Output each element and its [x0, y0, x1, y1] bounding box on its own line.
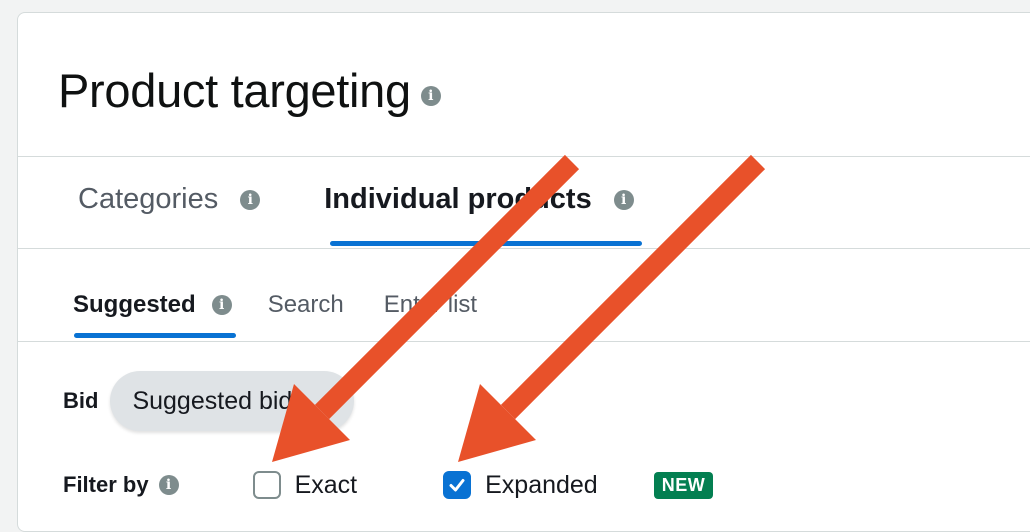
expanded-label: Expanded: [485, 470, 598, 499]
active-tab-indicator: [330, 241, 642, 246]
product-sub-tabs: Suggested i Search Enter list: [73, 291, 477, 319]
tab-label: Categories: [78, 183, 219, 215]
info-icon[interactable]: i: [240, 189, 261, 210]
exact-option[interactable]: Exact: [252, 470, 358, 500]
expanded-checkbox[interactable]: [443, 471, 472, 499]
tab-label: Suggested: [73, 291, 196, 318]
exact-checkbox[interactable]: [252, 471, 281, 499]
filter-row: Filter by i Exact Expanded NEW: [63, 465, 714, 505]
tab-label: Individual products: [324, 183, 592, 215]
filter-label: Filter by: [63, 472, 149, 497]
divider: [18, 248, 1030, 249]
tab-label: Enter list: [383, 291, 478, 318]
suggested-bid-button[interactable]: Suggested bid: [110, 371, 355, 431]
info-icon[interactable]: i: [158, 475, 179, 495]
page-title: Product targeting: [58, 64, 411, 117]
bid-row: Bid Suggested bid: [63, 371, 355, 431]
divider: [18, 341, 1030, 342]
product-targeting-card: Product targeting i Categories i Individ…: [17, 12, 1030, 532]
info-icon[interactable]: i: [613, 189, 634, 210]
bid-label: Bid: [63, 388, 99, 413]
info-icon[interactable]: i: [420, 85, 441, 106]
tab-categories[interactable]: Categories i: [78, 183, 261, 216]
checkmark-icon: [449, 479, 465, 492]
tab-suggested[interactable]: Suggested i: [73, 291, 232, 319]
info-icon[interactable]: i: [211, 295, 232, 315]
targeting-tabs: Categories i Individual products i: [78, 183, 634, 216]
tab-enter-list[interactable]: Enter list: [384, 291, 477, 319]
new-badge: NEW: [653, 471, 714, 499]
title-row: Product targeting i: [58, 63, 441, 118]
expanded-option[interactable]: Expanded: [443, 471, 598, 500]
active-subtab-indicator: [74, 333, 236, 338]
tab-individual-products[interactable]: Individual products i: [324, 183, 634, 216]
tab-search[interactable]: Search: [268, 291, 344, 319]
tab-label: Search: [267, 291, 344, 318]
exact-label: Exact: [294, 470, 358, 499]
divider: [18, 156, 1030, 157]
